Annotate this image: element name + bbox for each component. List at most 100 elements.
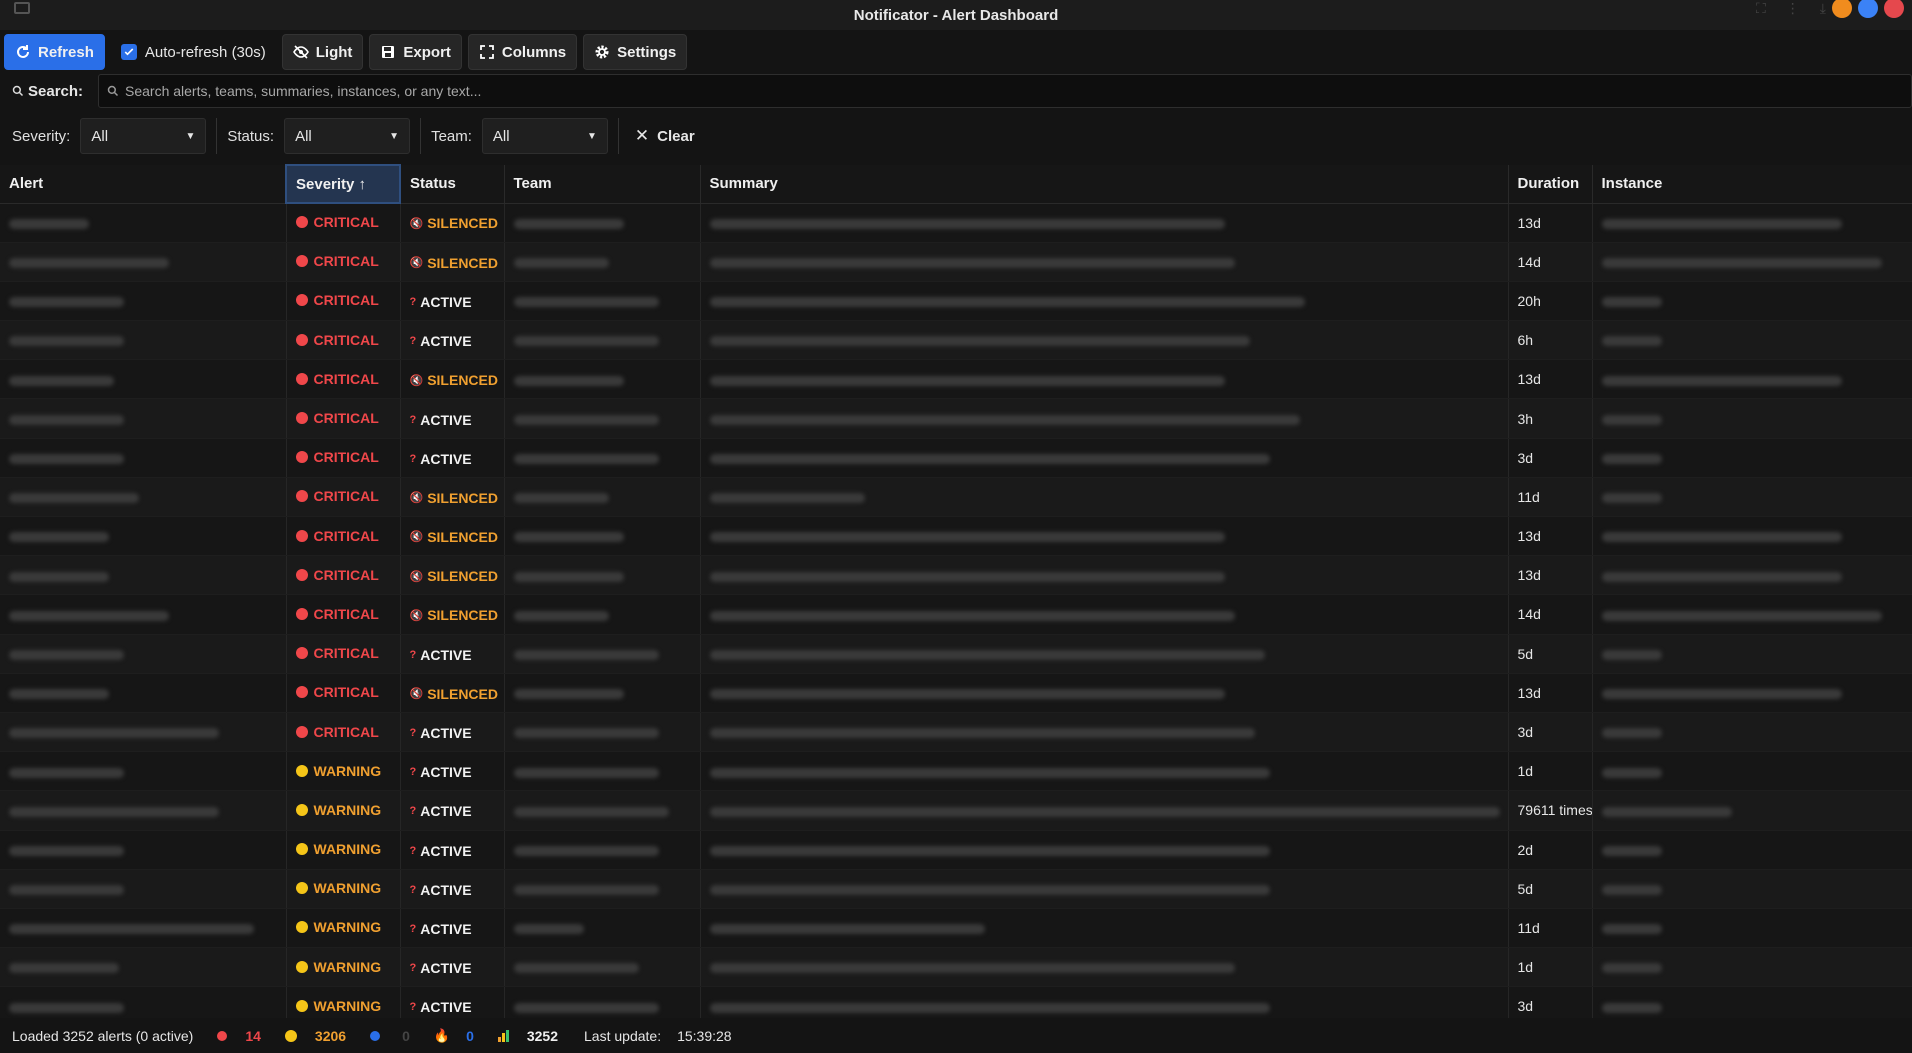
red-circle-icon bbox=[295, 686, 308, 699]
instance-cell bbox=[1592, 477, 1912, 518]
column-header-duration[interactable]: Duration bbox=[1508, 165, 1593, 204]
restore-icon[interactable]: ⛶ bbox=[1756, 0, 1766, 17]
status-badge: 🔇 SILENCED bbox=[410, 490, 499, 506]
duration-cell: 5d bbox=[1508, 869, 1593, 909]
column-header-summary[interactable]: Summary bbox=[700, 165, 1509, 204]
table-row[interactable]: CRITICAL 🔇 SILENCED 11d bbox=[0, 477, 1912, 518]
instance-cell bbox=[1592, 908, 1912, 949]
redacted-text bbox=[1601, 297, 1662, 308]
table-row[interactable]: WARNING? ACTIVE 11d bbox=[0, 908, 1912, 949]
severity-cell: WARNING bbox=[286, 790, 401, 831]
table-row[interactable]: WARNING?ACTIVE79611 times wit bbox=[0, 790, 1912, 831]
status-text: ACTIVE bbox=[420, 411, 472, 428]
duration-cell: 3d bbox=[1508, 438, 1593, 478]
table-row[interactable]: CRITICAL 🔇 SILENCED 14d bbox=[0, 242, 1912, 282]
status-badge: ? ACTIVE bbox=[410, 764, 472, 780]
column-header-team[interactable]: Team bbox=[504, 165, 701, 204]
instance-cell bbox=[1592, 947, 1912, 988]
redacted-text bbox=[9, 885, 124, 896]
muted-speaker-icon: 🔇 bbox=[409, 492, 424, 505]
red-circle-icon bbox=[295, 294, 308, 307]
alert-cell bbox=[0, 320, 287, 361]
title-bar: Notificator - Alert Dashboard ⛶ ⋮ ⤓ bbox=[0, 0, 1912, 30]
status-select[interactable]: All ▼ bbox=[284, 118, 411, 154]
table-row[interactable]: WARNING? ACTIVE 1d bbox=[0, 947, 1912, 988]
export-button[interactable]: Export bbox=[369, 34, 462, 70]
minimize-button[interactable] bbox=[1832, 0, 1852, 18]
redacted-text bbox=[709, 689, 1225, 700]
redacted-text bbox=[513, 336, 659, 347]
column-header-status[interactable]: Status bbox=[400, 165, 505, 204]
clear-filters-button[interactable]: ✕ Clear bbox=[629, 126, 701, 146]
table-row[interactable]: CRITICAL? ACTIVE 6h bbox=[0, 320, 1912, 361]
red-circle-icon bbox=[295, 255, 308, 268]
status-cell: ? ACTIVE bbox=[400, 908, 505, 949]
team-select[interactable]: All ▼ bbox=[481, 118, 608, 154]
table-row[interactable]: WARNING? ACTIVE 1d bbox=[0, 751, 1912, 792]
divider bbox=[216, 118, 218, 154]
column-header-instance[interactable]: Instance bbox=[1592, 165, 1912, 204]
table-row[interactable]: WARNING? ACTIVE 5d bbox=[0, 869, 1912, 909]
search-icon bbox=[12, 85, 24, 97]
summary-cell bbox=[700, 242, 1509, 282]
table-row[interactable]: WARNING? ACTIVE 2d bbox=[0, 830, 1912, 870]
table-row[interactable]: CRITICAL? ACTIVE 3d bbox=[0, 712, 1912, 753]
status-badge: ? ACTIVE bbox=[410, 294, 472, 310]
column-header-severity[interactable]: Severity ↑ bbox=[285, 164, 401, 204]
table-row[interactable]: CRITICAL 🔇 SILENCED 13d bbox=[0, 203, 1912, 243]
fire-count: 0 bbox=[466, 1027, 474, 1044]
team-cell bbox=[504, 516, 701, 557]
table-row[interactable]: CRITICAL? ACTIVE 3h bbox=[0, 398, 1912, 439]
status-cell: ? ACTIVE bbox=[400, 634, 505, 674]
table-row[interactable]: CRITICAL 🔇 SILENCED 13d bbox=[0, 359, 1912, 400]
table-row[interactable]: CRITICAL? ACTIVE 3d bbox=[0, 438, 1912, 478]
table-row[interactable]: CRITICAL 🔇 SILENCED 14d bbox=[0, 594, 1912, 635]
question-icon: ? bbox=[409, 805, 417, 818]
warning-counter: 3206 bbox=[284, 1028, 346, 1044]
table-row[interactable]: CRITICAL 🔇 SILENCED 13d bbox=[0, 673, 1912, 713]
maximize-button[interactable] bbox=[1858, 0, 1878, 18]
severity-badge: CRITICAL bbox=[295, 371, 379, 387]
severity-select[interactable]: All ▼ bbox=[80, 118, 207, 154]
summary-cell bbox=[700, 438, 1509, 478]
table-row[interactable]: CRITICAL 🔇 SILENCED 13d bbox=[0, 555, 1912, 596]
summary-cell bbox=[700, 947, 1509, 988]
duration-cell: 11d bbox=[1508, 908, 1593, 949]
redacted-text bbox=[709, 845, 1270, 856]
redacted-text bbox=[709, 414, 1300, 425]
summary-cell bbox=[700, 790, 1509, 831]
team-select-value: All bbox=[492, 127, 510, 145]
refresh-button[interactable]: Refresh bbox=[4, 34, 105, 70]
bar-chart-icon bbox=[497, 1029, 509, 1042]
summary-cell bbox=[700, 477, 1509, 518]
redacted-text bbox=[1601, 885, 1662, 896]
menu-icon[interactable]: ⋮ bbox=[1786, 0, 1800, 17]
redacted-text bbox=[9, 767, 124, 778]
column-header-alert[interactable]: Alert bbox=[0, 165, 287, 204]
settings-button[interactable]: Settings bbox=[583, 34, 688, 70]
severity-cell: CRITICAL bbox=[286, 712, 401, 753]
status-badge: ? ACTIVE bbox=[410, 960, 472, 976]
close-button[interactable] bbox=[1884, 0, 1904, 18]
severity-badge: CRITICAL bbox=[295, 606, 379, 622]
table-row[interactable]: CRITICAL 🔇 SILENCED 13d bbox=[0, 516, 1912, 557]
columns-button[interactable]: Columns bbox=[467, 34, 578, 70]
alert-cell bbox=[0, 712, 287, 753]
status-badge: ? ACTIVE bbox=[410, 333, 472, 349]
status-badge: ? ACTIVE bbox=[410, 882, 472, 898]
status-text: ACTIVE bbox=[420, 960, 472, 977]
search-input[interactable]: Search alerts, teams, summaries, instanc… bbox=[98, 74, 1912, 108]
status-text: ACTIVE bbox=[420, 450, 472, 467]
redacted-text bbox=[1601, 689, 1842, 700]
table-row[interactable]: CRITICAL? ACTIVE 5d bbox=[0, 634, 1912, 674]
severity-badge: CRITICAL bbox=[295, 488, 379, 504]
alert-cell bbox=[0, 908, 287, 949]
redacted-text bbox=[709, 297, 1305, 308]
team-cell bbox=[504, 712, 701, 753]
theme-toggle-button[interactable]: Light bbox=[281, 34, 364, 70]
table-row[interactable]: CRITICAL? ACTIVE 20h bbox=[0, 281, 1912, 322]
summary-cell bbox=[700, 398, 1509, 439]
auto-refresh-checkbox[interactable]: Auto-refresh (30s) bbox=[111, 34, 276, 70]
download-icon[interactable]: ⤓ bbox=[1820, 0, 1826, 17]
warning-dot-icon bbox=[284, 1029, 297, 1042]
